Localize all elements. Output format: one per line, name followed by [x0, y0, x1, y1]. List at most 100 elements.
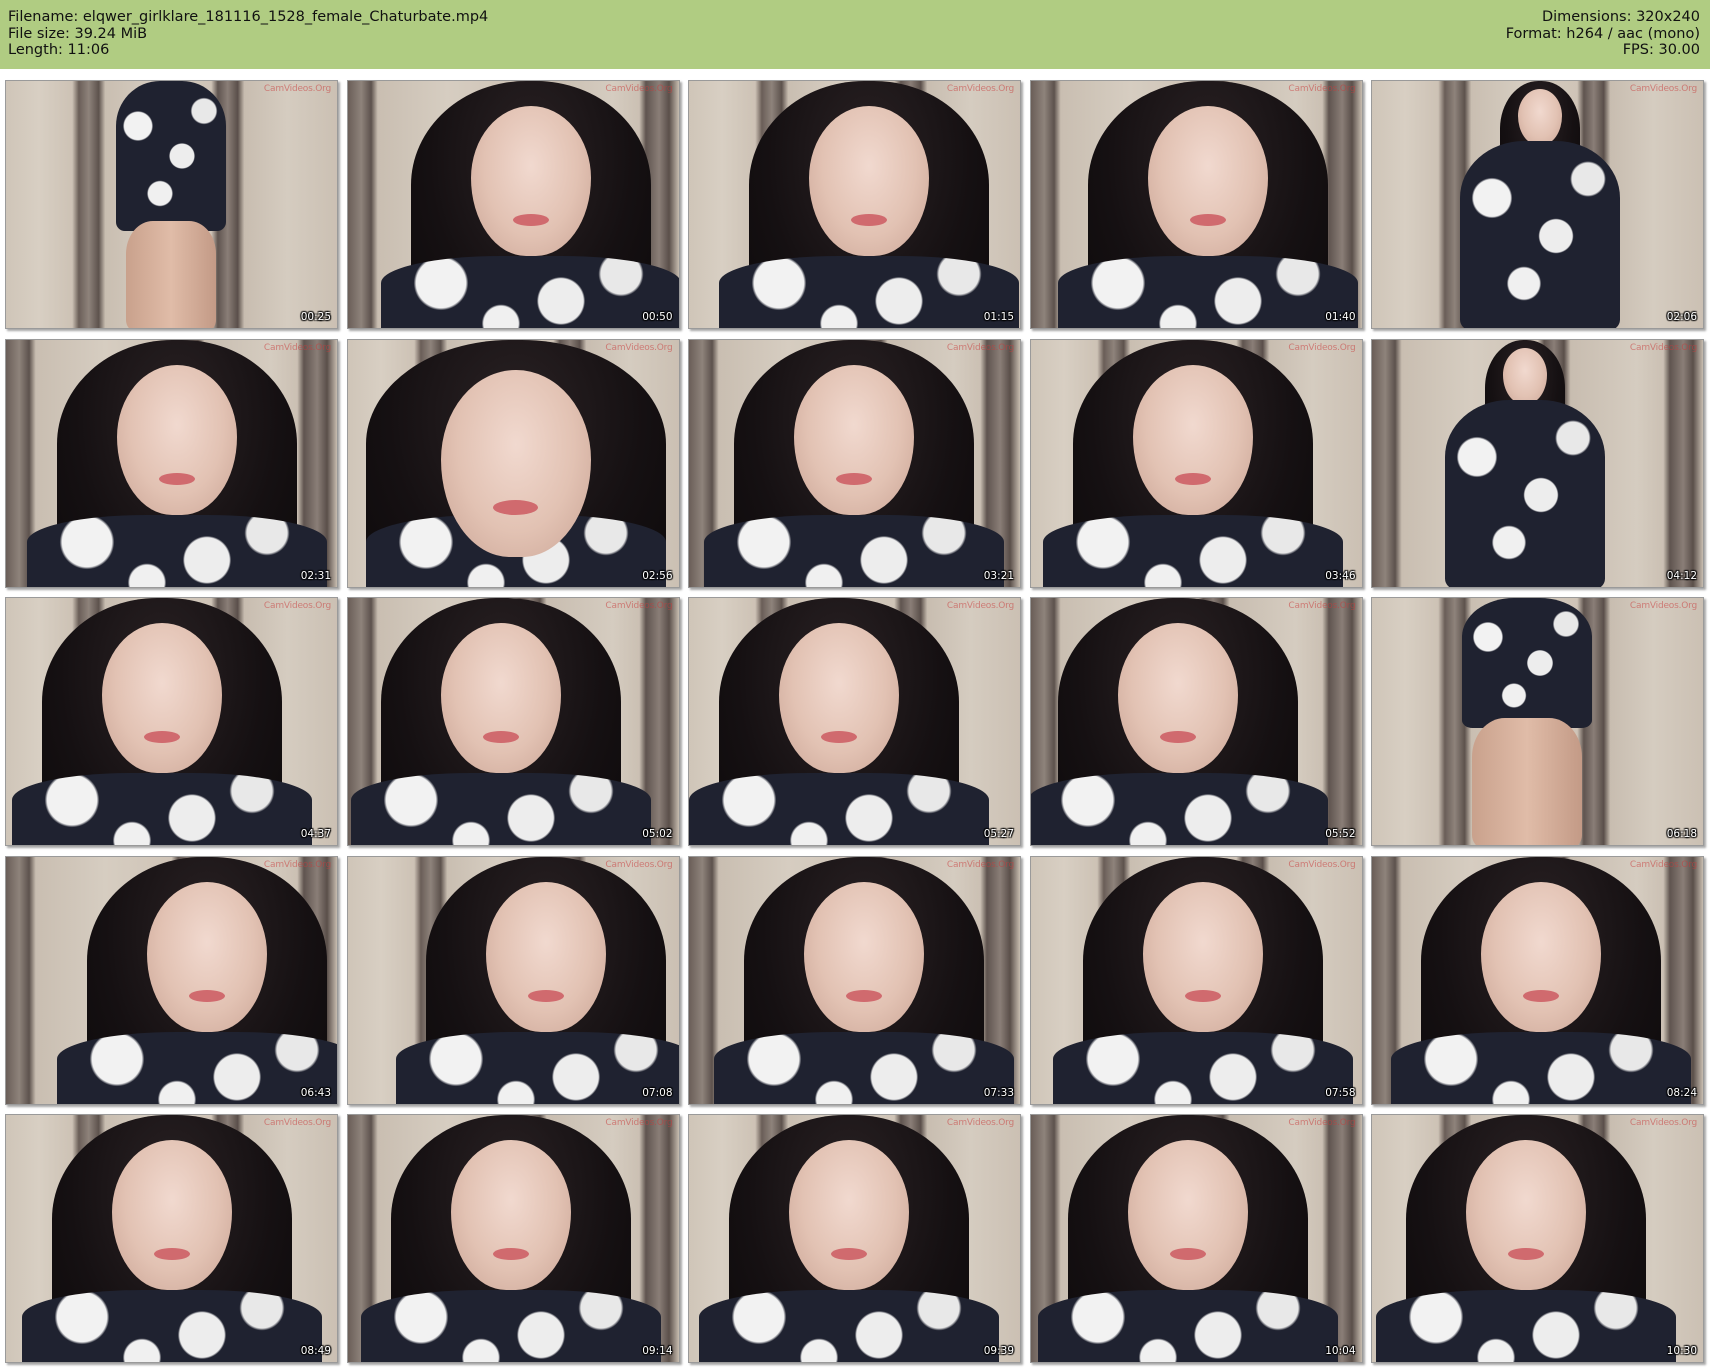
thumbnail-timestamp: 08:49: [300, 1345, 331, 1357]
watermark-text: CamVideos.Org: [263, 342, 331, 353]
watermark-text: CamVideos.Org: [946, 1118, 1014, 1128]
lips-shape: [821, 731, 857, 743]
lips-shape: [512, 214, 549, 226]
watermark-text: CamVideos.Org: [946, 84, 1014, 94]
video-thumbnail: CamVideos.Org 06:18: [1371, 597, 1704, 846]
video-thumbnail: CamVideos.Org 09:39: [688, 1114, 1021, 1363]
face-shape: [102, 623, 222, 773]
face-shape: [1466, 1140, 1586, 1290]
video-thumbnail: CamVideos.Org 02:56: [346, 338, 680, 588]
dress-shape: [350, 773, 651, 845]
video-thumbnail: CamVideos.Org 00:50: [346, 80, 680, 329]
video-thumbnail: CamVideos.Org 04:37: [5, 597, 338, 846]
lips-shape: [1159, 731, 1196, 743]
watermark-text: CamVideos.Org: [605, 84, 673, 94]
format-line: Format: h264 / aac (mono): [1506, 26, 1700, 43]
dress-shape: [1037, 1290, 1338, 1362]
thumbnail-timestamp: 06:43: [300, 1086, 331, 1099]
video-thumbnail: CamVideos.Org 08:49: [5, 1114, 338, 1363]
thumbnail-timestamp: 09:39: [983, 1345, 1014, 1357]
fps-value: 30.00: [1658, 42, 1700, 58]
dimensions-label: Dimensions:: [1541, 9, 1632, 25]
dress-shape: [1462, 598, 1592, 728]
video-thumbnail: CamVideos.Org 05:02: [346, 597, 680, 846]
thumbnail-timestamp: 02:31: [300, 569, 331, 582]
watermark-text: CamVideos.Org: [1288, 601, 1356, 611]
thumbnail-grid: CamVideos.Org 00:25 CamVideos.Org 00:50 CamV…: [5, 80, 1704, 1363]
file-info-left: Filename: elqwer_girlklare_181116_1528_f…: [8, 9, 488, 59]
lips-shape: [851, 214, 887, 226]
face-shape: [1481, 881, 1601, 1032]
dress-shape: [12, 773, 312, 845]
thumbnail-timestamp: 08:24: [1666, 1086, 1697, 1099]
lips-shape: [1523, 989, 1559, 1002]
lips-shape: [1508, 1248, 1544, 1260]
lips-shape: [493, 499, 538, 515]
dress-shape: [116, 81, 226, 231]
video-thumbnail: CamVideos.Org 03:21: [688, 338, 1021, 588]
face-shape: [809, 106, 929, 256]
video-thumbnail: CamVideos.Org 07:33: [688, 855, 1021, 1105]
thumbnail-timestamp: 07:08: [642, 1086, 673, 1099]
watermark-text: CamVideos.Org: [1629, 859, 1697, 870]
thumbnail-timestamp: 10:04: [1325, 1345, 1356, 1357]
watermark-text: CamVideos.Org: [263, 859, 331, 870]
face-shape: [1503, 347, 1547, 404]
face-shape: [1132, 364, 1253, 515]
format-value: h264 / aac (mono): [1566, 25, 1700, 42]
face-shape: [1147, 106, 1268, 256]
lips-shape: [1184, 989, 1221, 1002]
video-thumbnail: CamVideos.Org 09:14: [346, 1114, 680, 1363]
video-thumbnail: CamVideos.Org 01:40: [1029, 80, 1363, 329]
dress-shape: [699, 1290, 999, 1362]
lips-shape: [836, 472, 872, 485]
watermark-text: CamVideos.Org: [1288, 1118, 1356, 1128]
watermark-text: CamVideos.Org: [946, 859, 1014, 870]
thumbnail-timestamp: 04:12: [1666, 569, 1697, 582]
watermark-text: CamVideos.Org: [1629, 84, 1697, 94]
fps-label: FPS:: [1622, 42, 1654, 58]
face-shape: [470, 106, 591, 256]
face-shape: [450, 1140, 571, 1290]
dress-shape: [1376, 1290, 1676, 1362]
thumbnail-timestamp: 02:56: [642, 569, 673, 582]
face-shape: [112, 1140, 232, 1290]
thumbnail-timestamp: 03:46: [1325, 569, 1356, 582]
dress-shape: [704, 514, 1004, 587]
thumbnail-timestamp: 05:27: [983, 828, 1014, 840]
lips-shape: [189, 989, 225, 1002]
lips-shape: [846, 989, 882, 1002]
file-info-right: Dimensions: 320x240 Format: h264 / aac (…: [1506, 9, 1700, 59]
video-thumbnail: CamVideos.Org 06:43: [5, 855, 338, 1105]
face-shape: [117, 364, 237, 515]
filesize-line: File size: 39.24 MiB: [8, 26, 488, 43]
thumbnail-timestamp: 00:50: [642, 311, 673, 323]
face-shape: [1127, 1140, 1248, 1290]
format-label: Format:: [1505, 25, 1562, 42]
dress-shape: [1057, 256, 1358, 328]
video-thumbnail: CamVideos.Org 07:08: [346, 855, 680, 1105]
legs-shape: [126, 221, 216, 328]
thumbnail-timestamp: 02:06: [1666, 311, 1697, 323]
watermark-text: CamVideos.Org: [946, 601, 1014, 611]
lips-shape: [1189, 214, 1226, 226]
watermark-text: CamVideos.Org: [263, 84, 331, 94]
lips-shape: [154, 1248, 190, 1260]
watermark-text: CamVideos.Org: [1288, 342, 1356, 353]
dress-shape: [714, 1031, 1014, 1104]
filename-line: Filename: elqwer_girlklare_181116_1528_f…: [8, 9, 488, 26]
filesize-label: File size:: [8, 25, 70, 42]
dimensions-line: Dimensions: 320x240: [1506, 9, 1700, 26]
dress-shape: [1445, 399, 1605, 587]
dress-shape: [1030, 773, 1328, 845]
dress-shape: [395, 1031, 679, 1104]
watermark-text: CamVideos.Org: [605, 859, 673, 870]
legs-shape: [1472, 718, 1582, 845]
dress-shape: [1460, 141, 1620, 328]
thumbnail-timestamp: 07:33: [983, 1086, 1014, 1099]
thumbnail-timestamp: 05:02: [642, 828, 673, 840]
watermark-text: CamVideos.Org: [605, 342, 673, 353]
thumbnail-timestamp: 10:30: [1666, 1345, 1697, 1357]
face-shape: [440, 369, 591, 557]
watermark-text: CamVideos.Org: [1288, 84, 1356, 94]
